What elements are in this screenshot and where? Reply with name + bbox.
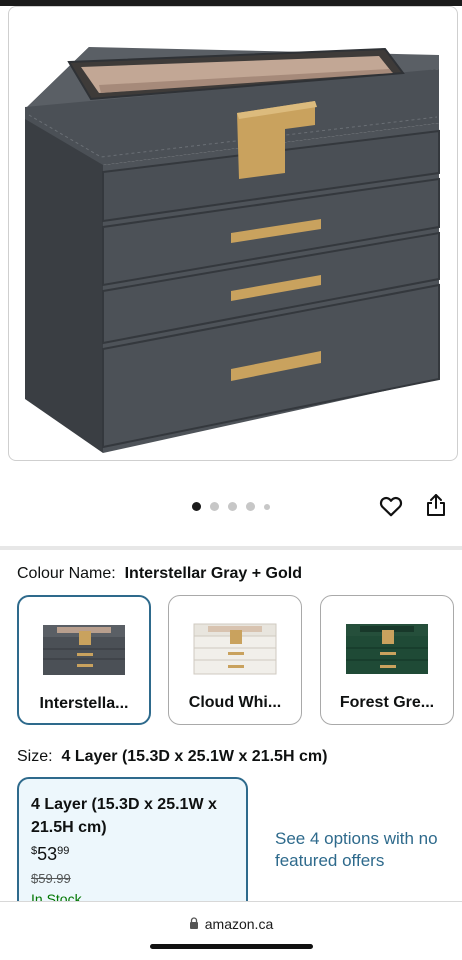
thumbnail-green — [346, 624, 428, 674]
home-indicator[interactable] — [150, 944, 313, 949]
colour-option-interstellar-gray[interactable]: Interstella... — [17, 595, 151, 725]
list-price: $59.99 — [31, 871, 71, 886]
colour-label: Colour Name: — [17, 565, 116, 582]
colour-option-cloud-white[interactable]: Cloud Whi... — [168, 595, 302, 725]
price: $5399 — [31, 844, 69, 865]
price-whole: 53 — [37, 844, 58, 864]
price-fraction: 99 — [57, 845, 70, 857]
size-option-selected[interactable]: 4 Layer (15.3D x 25.1W x 21.5H cm) $5399… — [17, 777, 248, 917]
colour-option-forest-green[interactable]: Forest Gre... — [320, 595, 454, 725]
colour-option-name: Forest Gre... — [339, 694, 435, 711]
colour-row: Colour Name: Interstellar Gray + Gold — [17, 565, 302, 583]
see-more-options-link[interactable]: See 4 options with no featured offers — [275, 828, 445, 872]
share-icon[interactable] — [424, 492, 448, 518]
carousel-dot-3[interactable] — [228, 502, 237, 511]
lock-icon — [189, 916, 199, 932]
price-symbol: $ — [31, 845, 38, 857]
carousel-dot-1[interactable] — [192, 502, 201, 511]
size-selected-value: 4 Layer (15.3D x 25.1W x 21.5H cm) — [61, 748, 328, 765]
colour-option-name: Interstella... — [39, 695, 129, 712]
carousel-dot-4[interactable] — [246, 502, 255, 511]
carousel-dot-5[interactable] — [264, 503, 270, 510]
colour-selected-value: Interstellar Gray + Gold — [124, 565, 302, 582]
size-label: Size: — [17, 748, 53, 765]
url-text: amazon.ca — [204, 916, 274, 932]
section-divider — [0, 546, 462, 550]
size-option-title: 4 Layer (15.3D x 25.1W x 21.5H cm) — [31, 796, 217, 836]
carousel-dots[interactable] — [192, 502, 270, 511]
url-display[interactable]: amazon.ca — [0, 916, 462, 932]
browser-url-bar[interactable]: amazon.ca — [0, 901, 462, 960]
thumbnail-white — [193, 623, 277, 675]
carousel-dot-2[interactable] — [210, 502, 219, 511]
size-row: Size: 4 Layer (15.3D x 25.1W x 21.5H cm) — [17, 748, 327, 766]
product-image[interactable] — [8, 6, 458, 461]
thumbnail-gray — [43, 625, 125, 675]
jewelry-box-illustration — [25, 47, 440, 453]
heart-icon[interactable] — [378, 493, 404, 519]
colour-option-name: Cloud Whi... — [188, 694, 282, 711]
